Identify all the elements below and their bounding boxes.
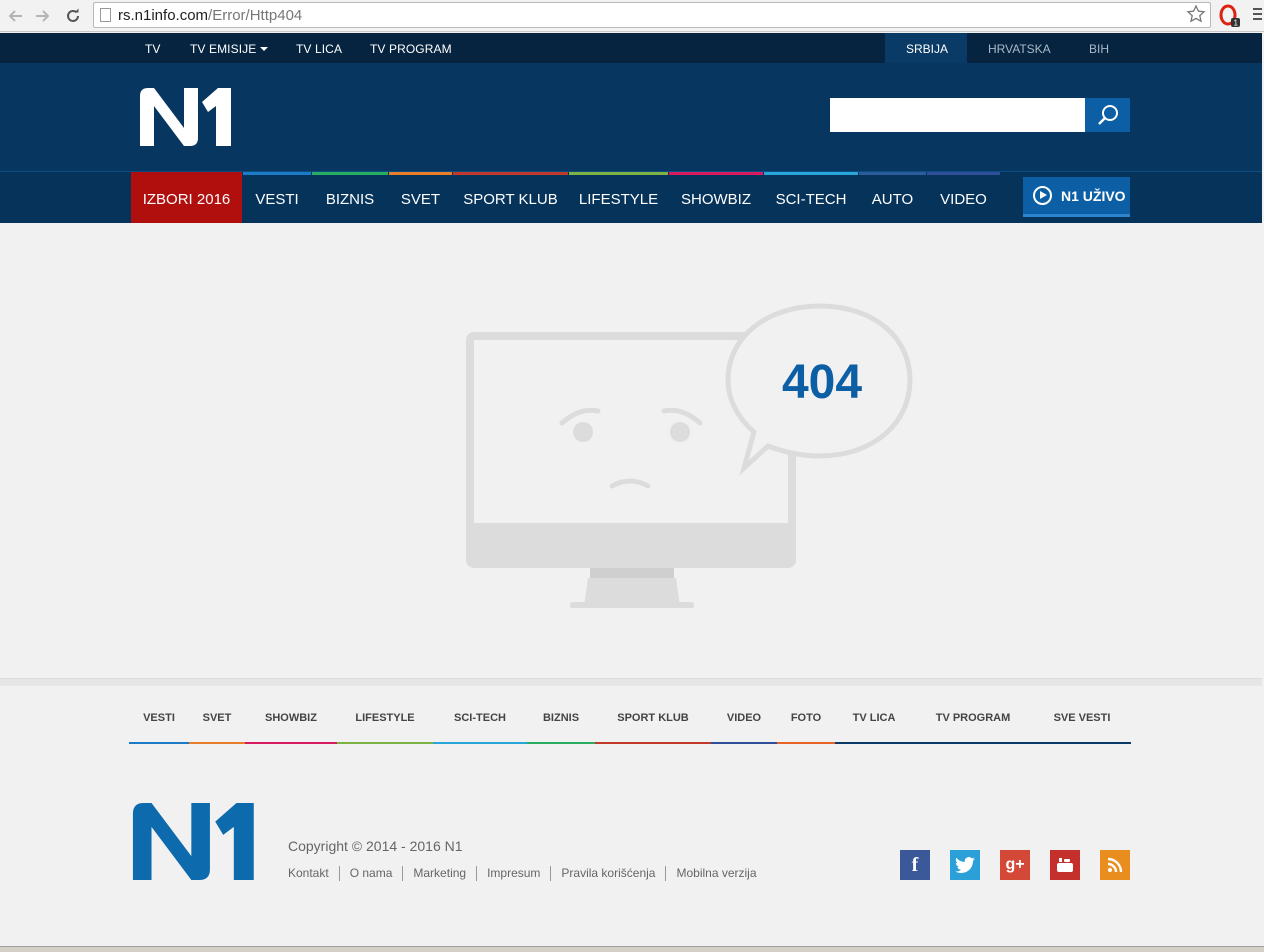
footer-nav-vesti[interactable]: VESTI [129,700,189,744]
back-icon[interactable] [4,5,26,27]
rss-icon[interactable] [1100,850,1130,880]
caret-down-icon [260,47,269,51]
topbar-link-tv-emisije[interactable]: TV EMISIJE [190,42,269,56]
nav-svet[interactable]: SVET [389,172,452,223]
footer-link-impresum[interactable]: Impresum [476,866,550,881]
footer-nav-lifestyle[interactable]: LIFESTYLE [337,700,433,744]
region-hrvatska[interactable]: HRVATSKA [988,42,1051,56]
nav-sport-klub[interactable]: SPORT KLUB [453,172,568,223]
facebook-icon[interactable]: f [900,850,930,880]
footer-nav-svet[interactable]: SVET [189,700,245,744]
n1-logo[interactable] [140,88,232,151]
browser-menu-icon[interactable] [1253,8,1262,24]
error-404-illustration [460,298,920,618]
footer-nav: VESTI SVET SHOWBIZ LIFESTYLE SCI-TECH BI… [129,700,1131,744]
footer-nav-tv-lica[interactable]: TV LICA [835,700,913,744]
topbar-link-tv-lica[interactable]: TV LICA [296,42,342,56]
nav-sci-tech[interactable]: SCI-TECH [764,172,858,223]
browser-toolbar: rs.n1info.com/Error/Http404 1 [0,0,1264,32]
live-label: N1 UŽIVO [1061,187,1126,204]
footer-link-marketing[interactable]: Marketing [402,866,476,881]
bookmark-star-icon[interactable] [1186,4,1206,29]
play-icon [1033,186,1052,205]
address-url: rs.n1info.com/Error/Http404 [118,7,303,24]
main-nav: IZBORI 2016 VESTI BIZNIS SVET SPORT KLUB… [0,171,1262,223]
region-bih[interactable]: BIH [1089,42,1109,56]
region-srbija[interactable]: SRBIJA [906,42,948,56]
taskbar-strip [0,946,1264,952]
nav-vesti[interactable]: VESTI [243,172,311,223]
nav-auto[interactable]: AUTO [859,172,926,223]
nav-showbiz[interactable]: SHOWBIZ [669,172,763,223]
footer-link-pravila[interactable]: Pravila korišćenja [550,866,665,881]
footer-link-o-nama[interactable]: O nama [338,866,403,881]
nav-lifestyle[interactable]: LIFESTYLE [569,172,668,223]
utility-bar: TV TV EMISIJE TV LICA TV PROGRAM SRBIJA … [0,33,1262,63]
forward-icon[interactable] [32,5,54,27]
footer-nav-video[interactable]: VIDEO [711,700,777,744]
nav-biznis[interactable]: BIZNIS [312,172,388,223]
nav-izbori-2016[interactable]: IZBORI 2016 [131,172,242,223]
error-code: 404 [781,356,863,409]
footer-nav-sci-tech[interactable]: SCI-TECH [433,700,527,744]
footer-link-mobilna[interactable]: Mobilna verzija [665,866,766,881]
search-input[interactable] [830,98,1085,132]
google-plus-icon[interactable]: g+ [1000,850,1030,880]
site-header [0,63,1262,171]
footer-links: Kontakt O nama Marketing Impresum Pravil… [288,866,767,881]
svg-text:1: 1 [1234,19,1239,28]
footer-divider [0,678,1262,686]
n1-uzivo-live-button[interactable]: N1 UŽIVO [1023,177,1130,217]
youtube-icon[interactable] [1050,850,1080,880]
nav-video[interactable]: VIDEO [927,172,1000,223]
copyright-text: Copyright © 2014 - 2016 N1 [288,838,463,854]
search-button[interactable] [1085,98,1130,132]
search-icon [1097,105,1118,125]
footer-nav-sve-vesti[interactable]: SVE VESTI [1033,700,1131,744]
footer-nav-foto[interactable]: FOTO [777,700,835,744]
n1-footer-logo[interactable] [130,803,258,885]
footer-nav-tv-program[interactable]: TV PROGRAM [913,700,1033,744]
reload-icon[interactable] [62,5,84,27]
footer-nav-sport-klub[interactable]: SPORT KLUB [595,700,711,744]
address-bar[interactable]: rs.n1info.com/Error/Http404 [93,2,1211,28]
topbar-link-tv-program[interactable]: TV PROGRAM [370,42,452,56]
page-icon [100,8,111,22]
topbar-link-tv[interactable]: TV [145,42,161,56]
opera-extension-icon[interactable]: 1 [1219,4,1241,28]
footer-link-kontakt[interactable]: Kontakt [288,866,339,881]
footer-nav-biznis[interactable]: BIZNIS [527,700,595,744]
twitter-icon[interactable] [950,850,980,880]
footer-nav-showbiz[interactable]: SHOWBIZ [245,700,337,744]
